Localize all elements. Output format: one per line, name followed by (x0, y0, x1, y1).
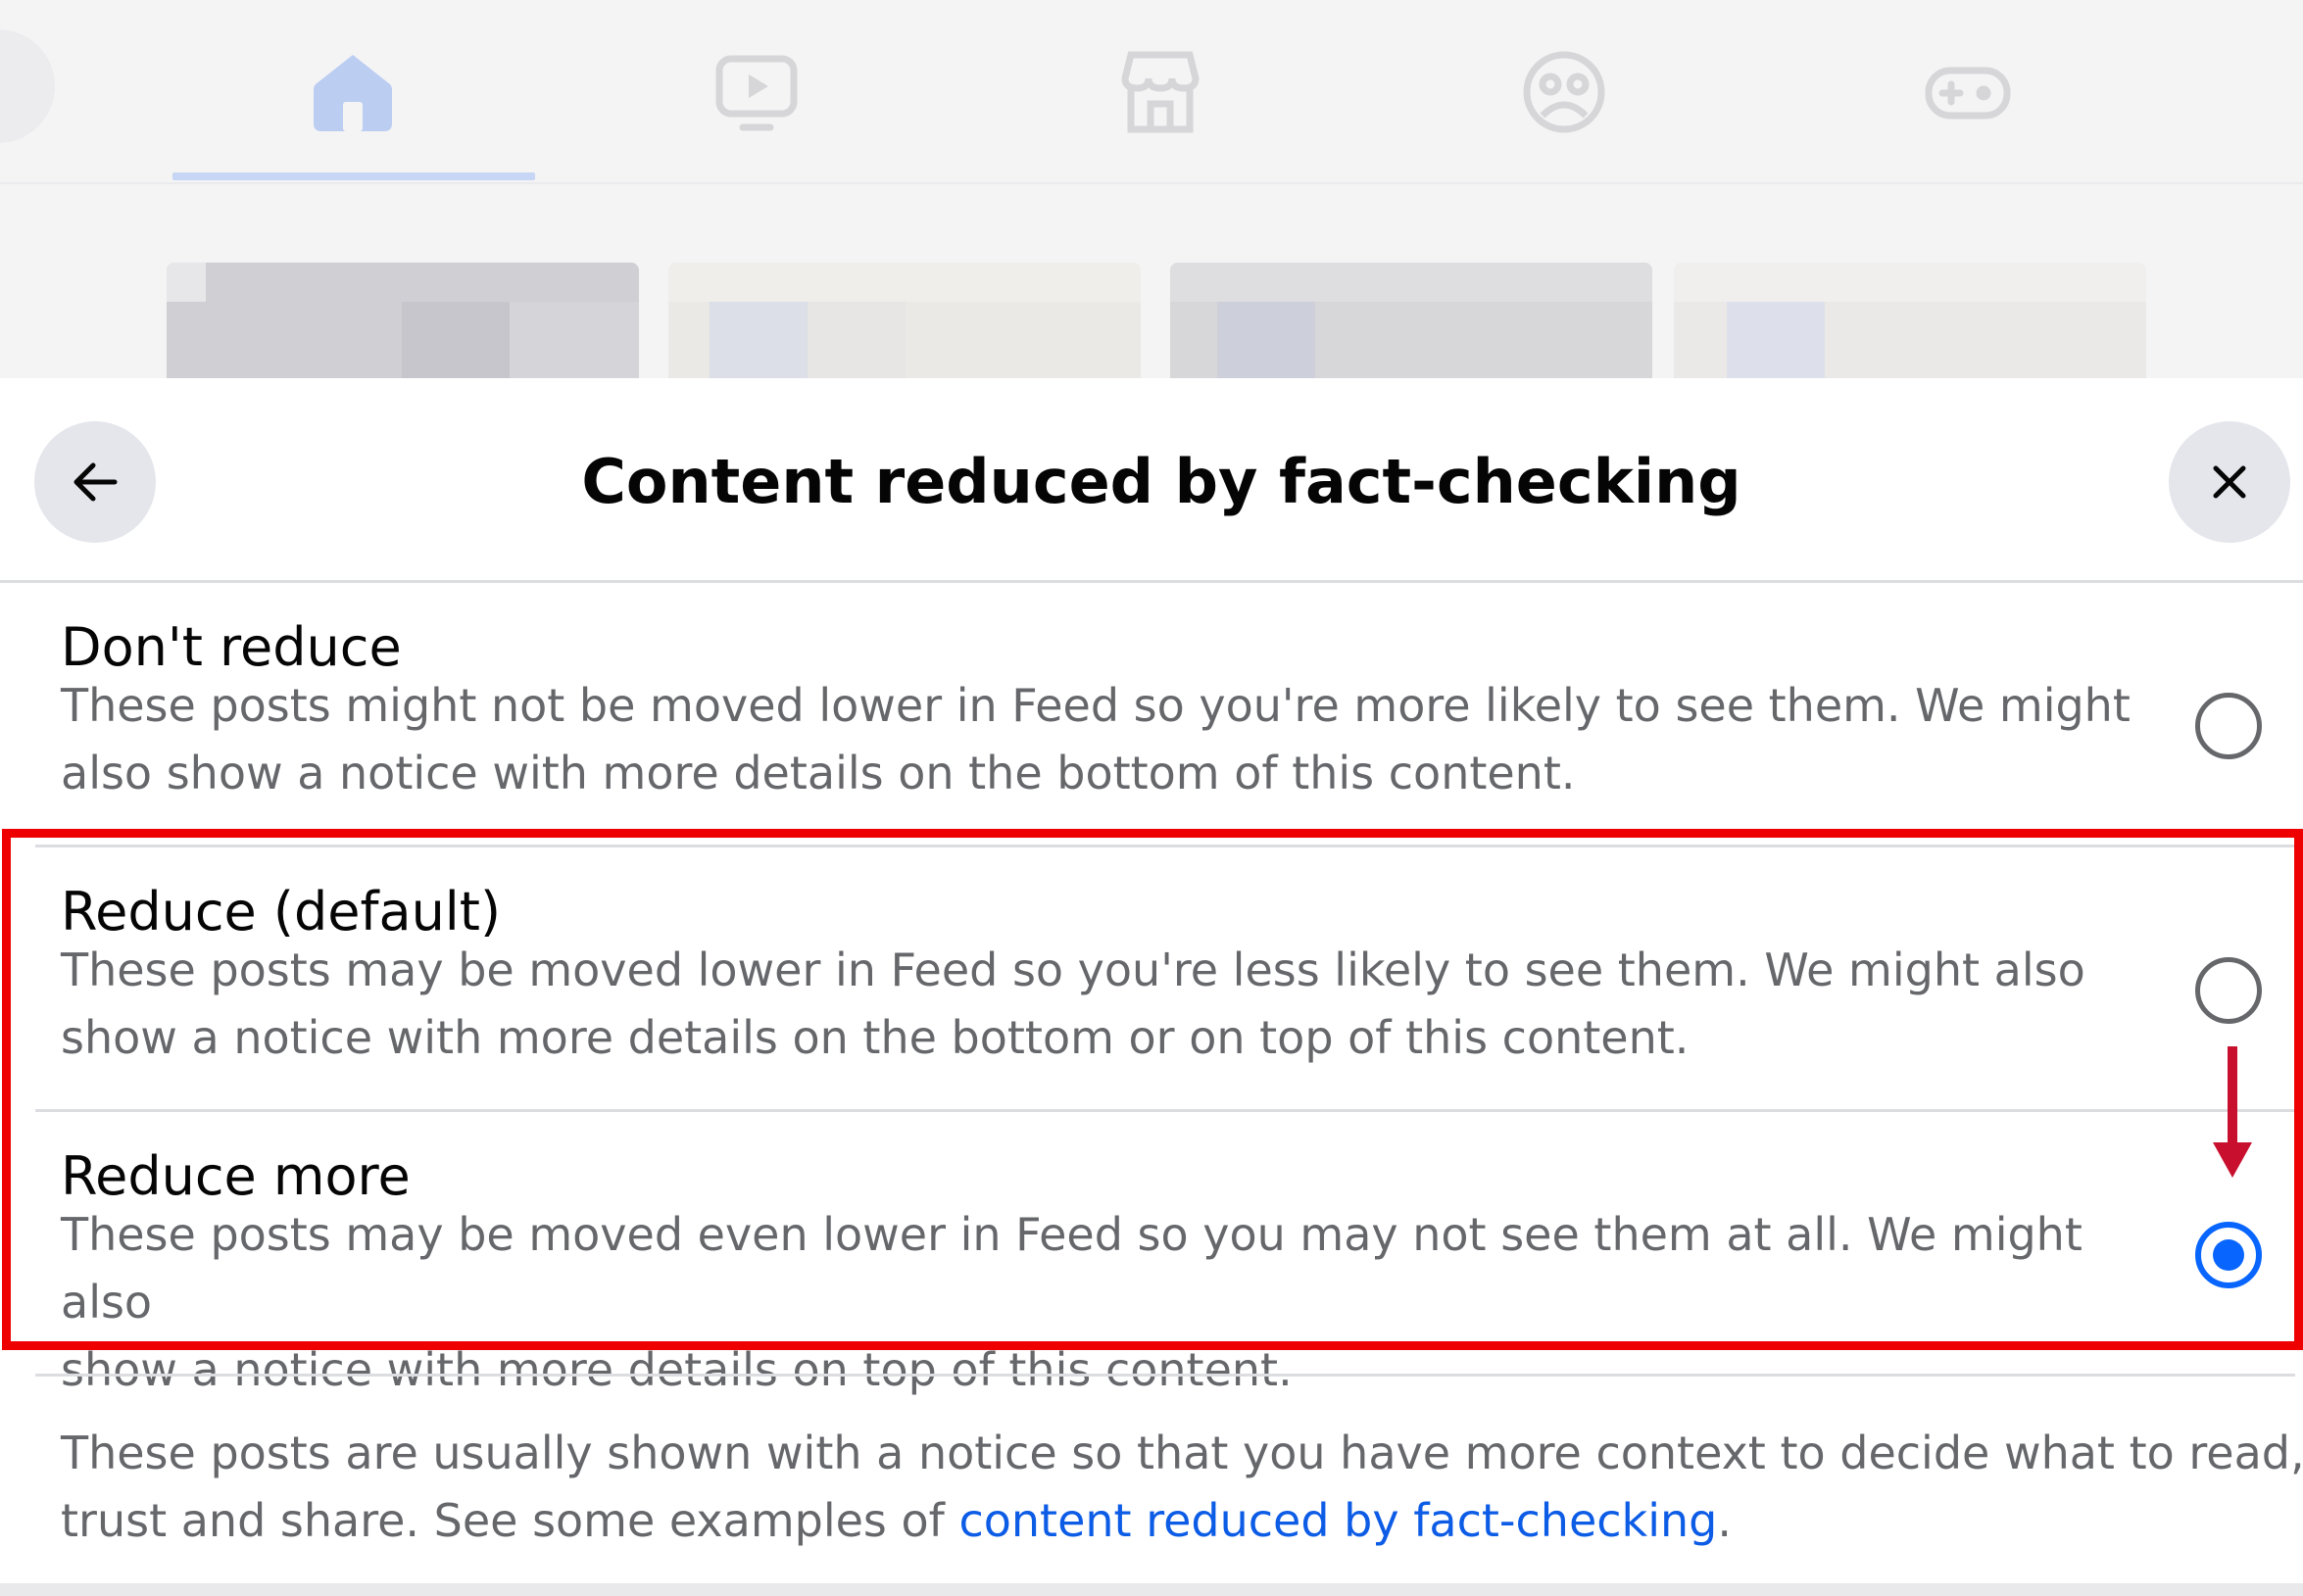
story-card[interactable] (1674, 263, 2146, 378)
story-card[interactable] (668, 263, 1141, 378)
nav-divider (0, 182, 2303, 184)
option-divider (35, 1374, 2295, 1377)
fact-checking-link[interactable]: content reduced by fact-checking (958, 1494, 1717, 1547)
close-icon (2213, 465, 2246, 499)
story-card[interactable] (1170, 263, 1652, 378)
header-divider (0, 580, 2303, 583)
bottom-strip (0, 1583, 2303, 1596)
radio-dont-reduce[interactable] (2195, 693, 2262, 759)
video-icon[interactable] (708, 43, 806, 141)
profile-avatar (0, 29, 55, 143)
marketplace-icon[interactable] (1111, 43, 1209, 141)
background-feed (0, 0, 2303, 378)
groups-icon[interactable] (1515, 43, 1613, 141)
story-card[interactable] (167, 263, 639, 378)
home-icon[interactable] (304, 43, 402, 141)
footer-text-end: . (1717, 1494, 1732, 1547)
sheet-title: Content reduced by fact-checking (581, 446, 1741, 517)
settings-sheet: Content reduced by fact-checking Don't r… (0, 378, 2303, 1596)
annotation-arrow-icon (2213, 1046, 2252, 1178)
highlight-box (2, 829, 2303, 1350)
gaming-icon[interactable] (1919, 43, 2017, 141)
option-dont-reduce[interactable]: Don't reduce These posts might not be mo… (0, 613, 2303, 809)
option-description: These posts might not be moved lower in … (61, 679, 2131, 799)
close-button[interactable] (2169, 421, 2290, 543)
active-tab-indicator (172, 172, 535, 180)
footer-note: These posts are usually shown with a not… (61, 1420, 2303, 1555)
